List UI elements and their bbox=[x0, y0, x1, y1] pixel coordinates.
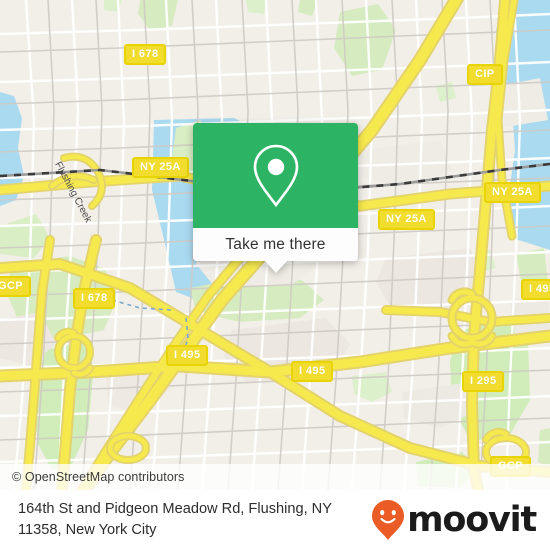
road-shield: NY 25A bbox=[378, 209, 435, 230]
road-shield: I 678 bbox=[124, 44, 167, 65]
road-shield: NY 25A bbox=[132, 157, 189, 178]
moovit-logo[interactable]: moovit bbox=[371, 499, 537, 541]
road-shield: CIP bbox=[467, 64, 503, 85]
map-screenshot: I 678 CIP NY 25A NY 25A NY 25A GCP I 678… bbox=[0, 0, 550, 550]
road-shield: I 678 bbox=[73, 288, 116, 309]
map-attribution: © OpenStreetMap contributors bbox=[0, 464, 550, 490]
footer-bar: 164th St and Pidgeon Meadow Rd, Flushing… bbox=[0, 490, 550, 550]
moovit-smiley-pin-icon bbox=[372, 500, 405, 540]
road-shield: GCP bbox=[0, 276, 32, 297]
road-shield: NY 25A bbox=[484, 182, 541, 203]
road-shield: I 295 bbox=[462, 371, 505, 392]
callout-header bbox=[193, 123, 358, 228]
attribution-text: © OpenStreetMap contributors bbox=[12, 470, 185, 484]
address-line-2: 11358, New York City bbox=[18, 522, 157, 538]
moovit-wordmark: moovit bbox=[407, 500, 537, 540]
address-line-1: 164th St and Pidgeon Meadow Rd, Flushing… bbox=[18, 501, 332, 517]
map-pin-icon bbox=[253, 144, 298, 207]
address-block: 164th St and Pidgeon Meadow Rd, Flushing… bbox=[18, 499, 371, 541]
road-shield: I 495 bbox=[521, 279, 550, 300]
road-shield: I 495 bbox=[291, 361, 334, 382]
callout-tail bbox=[264, 261, 287, 273]
callout-action-label: Take me there bbox=[225, 235, 326, 253]
take-me-there-callout[interactable]: Take me there bbox=[193, 123, 358, 273]
callout-action-bar[interactable]: Take me there bbox=[193, 228, 358, 273]
road-shield: I 495 bbox=[166, 345, 209, 366]
